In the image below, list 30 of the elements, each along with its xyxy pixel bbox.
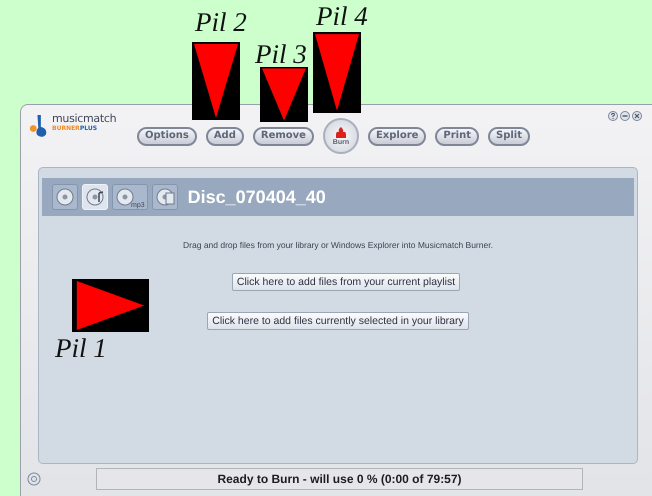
status-circle-icon[interactable]: [27, 472, 41, 486]
annotation-label: Pil 1: [55, 334, 107, 364]
toolbar-button[interactable]: Split: [488, 126, 530, 146]
instruction-text: Drag and drop files from your library or Windows Explorer into Musicmatch Burner.: [182, 240, 494, 250]
status-bar: Ready to Burn - will use 0 % (0:00 of 79:57): [96, 468, 583, 490]
disc-icon: [55, 187, 75, 207]
add-files-button[interactable]: Click here to add files from your current playlist: [232, 273, 460, 291]
flame-icon: [334, 126, 348, 138]
disc-view-tab[interactable]: [52, 184, 78, 210]
minimize-icon[interactable]: [620, 111, 630, 121]
add-files-button[interactable]: Click here to add files currently selected in your library: [207, 312, 469, 330]
data-view-tab[interactable]: [152, 184, 178, 210]
arrow-icon: [192, 42, 240, 120]
arrow-icon: [313, 32, 361, 113]
toolbar-button[interactable]: Explore: [368, 126, 426, 146]
disc-icon: [85, 187, 105, 207]
annotation-label: Pil 2: [195, 8, 247, 38]
annotation-label: Pil 4: [316, 2, 368, 32]
arrow-icon: [260, 67, 308, 122]
help-icon[interactable]: [608, 111, 618, 121]
disc-title: Disc_070404_40: [188, 186, 326, 208]
toolbar-button[interactable]: Add: [206, 126, 244, 146]
audio-view-tab[interactable]: [82, 184, 108, 210]
toolbar-button[interactable]: Print: [435, 126, 479, 146]
toolbar-button[interactable]: Remove: [252, 126, 314, 146]
toolbar-button[interactable]: Options: [137, 126, 197, 146]
logo-name: musicmatch: [52, 113, 116, 125]
close-icon[interactable]: [632, 111, 642, 121]
disc-icon: [154, 187, 175, 207]
annotation-label: Pil 3: [255, 40, 307, 70]
